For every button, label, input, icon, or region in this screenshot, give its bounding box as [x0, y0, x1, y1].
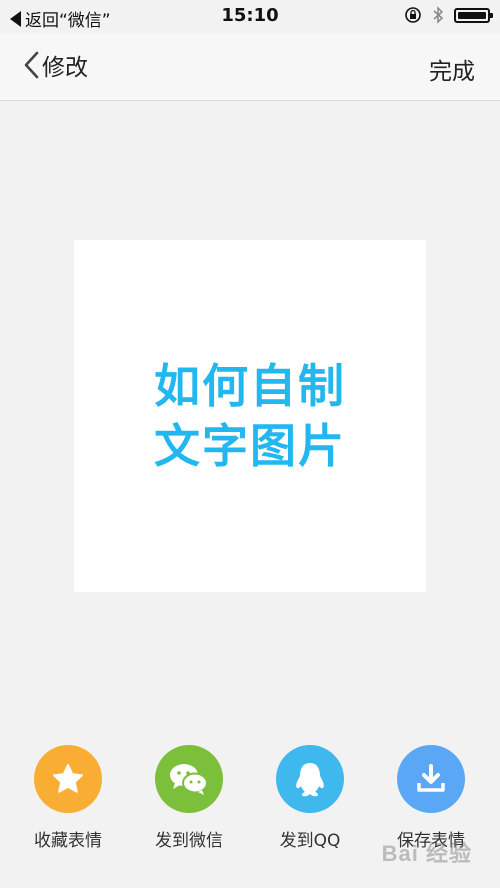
- orientation-lock-icon: [405, 7, 421, 23]
- status-bar: 返回“微信” 15:10: [0, 0, 500, 34]
- done-button[interactable]: 完成: [429, 52, 475, 86]
- star-icon: [34, 745, 102, 813]
- download-icon: [397, 745, 465, 813]
- favorite-sticker-label: 收藏表情: [34, 831, 102, 851]
- battery-icon: [454, 7, 493, 23]
- send-to-wechat-label: 发到微信: [155, 831, 223, 851]
- baidu-watermark: Bai 经验: [381, 841, 472, 866]
- qq-penguin-icon: [276, 745, 344, 813]
- nav-bar: 修改 完成: [0, 34, 500, 101]
- back-button[interactable]: 修改: [22, 48, 88, 82]
- status-indicators: [404, 6, 493, 24]
- chevron-left-icon: [24, 51, 39, 79]
- send-to-qq-label: 发到QQ: [279, 831, 341, 851]
- preview-line-1: 如何自制: [154, 359, 346, 413]
- wechat-icon: [155, 745, 223, 813]
- send-to-wechat-button[interactable]: 发到微信: [129, 745, 249, 851]
- page-title: 修改: [42, 55, 88, 81]
- favorite-sticker-button[interactable]: 收藏表情: [8, 745, 128, 851]
- sticker-preview: 如何自制 文字图片: [74, 240, 426, 592]
- send-to-qq-button[interactable]: 发到QQ: [250, 745, 370, 851]
- preview-line-2: 文字图片: [154, 419, 346, 473]
- bluetooth-icon: [433, 6, 444, 24]
